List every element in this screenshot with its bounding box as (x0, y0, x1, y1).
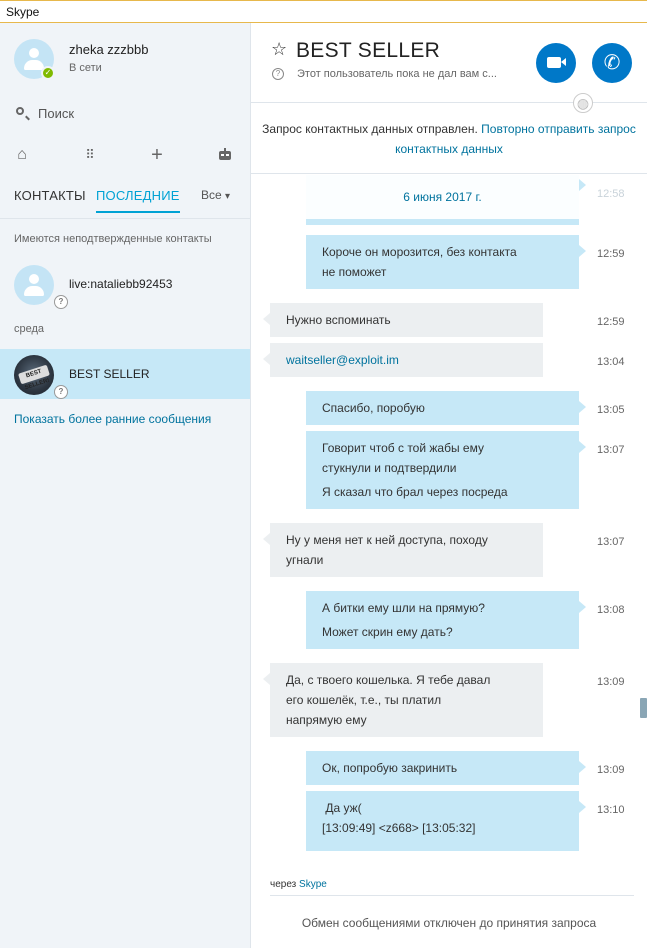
message-line: [13:09:49] <z668> [13:05:32] (322, 821, 476, 835)
home-icon[interactable]: ⌂ (13, 146, 31, 164)
avatar: ? (14, 265, 68, 309)
conversation-title[interactable]: BEST SELLER (296, 39, 440, 63)
message-time: 13:08 (597, 604, 625, 616)
message-line: угнали (286, 553, 324, 567)
email-link[interactable]: waitseller@exploit.im (286, 350, 527, 370)
message-line: Может скрин ему дать? (322, 625, 453, 639)
date-separator: 6 июня 2017 г. (306, 175, 579, 219)
message-bubble: Короче он морозится, без контакта не пом… (306, 235, 586, 289)
star-icon[interactable]: ☆ (271, 39, 287, 60)
message-line: Нужно вспоминать (286, 313, 391, 327)
message-line: Ок, попробую закринить (322, 761, 458, 775)
message-bubble: Спасибо, поробую (306, 391, 586, 425)
search-icon (16, 107, 24, 115)
filter-dropdown[interactable]: Все ▾ (201, 188, 230, 202)
contact-item[interactable]: ? live:nataliebb92453 (0, 259, 250, 309)
divider (270, 895, 634, 896)
audio-call-button[interactable]: ✆ (592, 43, 632, 83)
message-line: Короче он морозится, без контакта (322, 245, 517, 259)
message-bubble: Ну у меня нет к ней доступа, походу угна… (263, 523, 543, 577)
message-line: А битки ему шли на прямую? (322, 601, 485, 615)
search-label: Поиск (38, 106, 75, 121)
online-status-icon: ✓ (41, 66, 55, 80)
contact-name: BEST SELLER (69, 367, 150, 381)
message-line: Да уж( (322, 801, 362, 815)
conversation-header: ☆ BEST SELLER ? Этот пользователь пока н… (251, 23, 647, 103)
contact-tabs: КОНТАКТЫ ПОСЛЕДНИЕ Все ▾ (0, 185, 250, 219)
message-time: 13:09 (597, 676, 625, 688)
video-call-button[interactable] (536, 43, 576, 83)
message-line: Да, с твоего кошелька. Я тебе давал (286, 673, 491, 687)
window-title: Skype (6, 5, 40, 19)
notice-text: Запрос контактных данных отправлен. (262, 122, 478, 136)
unconfirmed-contacts-note: Имеются неподтвержденные контакты (14, 233, 212, 245)
via-label: через Skype (270, 879, 327, 890)
message-time: 13:07 (597, 444, 625, 456)
message-time: 13:04 (597, 356, 625, 368)
my-status[interactable]: В сети (69, 62, 102, 74)
conversation-pane: ☆ BEST SELLER ? Этот пользователь пока н… (251, 23, 647, 948)
bot-icon[interactable] (216, 146, 234, 164)
message-bubble: waitseller@exploit.im (263, 343, 543, 377)
via-service: Skype (299, 879, 327, 890)
unknown-status-icon: ? (54, 385, 68, 399)
message-time: 13:07 (597, 536, 625, 548)
add-icon[interactable]: + (148, 145, 166, 165)
message-line: Говорит чтоб с той жабы ему (322, 441, 484, 455)
message-line: его кошелёк, т.е., ты платил (286, 693, 442, 707)
message-line: не поможет (322, 265, 387, 279)
filter-label: Все (201, 188, 222, 202)
contact-item-selected[interactable]: BEST SELLER! ? BEST SELLER (0, 349, 250, 399)
message-line: Спасибо, поробую (322, 401, 425, 415)
via-prefix: через (270, 879, 297, 890)
contact-request-notice: Запрос контактных данных отправлен. Повт… (251, 104, 647, 174)
day-label: среда (14, 323, 45, 335)
message-bubble: Да уж( [13:09:49] <z668> [13:05:32] (306, 791, 586, 851)
tab-recent[interactable]: ПОСЛЕДНИЕ (96, 188, 180, 213)
phone-icon: ✆ (603, 52, 621, 74)
message-line: Я сказал что брал через посреда (322, 485, 508, 499)
message-line: стукнули и подтвердили (322, 461, 457, 475)
message-time: 13:09 (597, 764, 625, 776)
best-seller-logo: BEST SELLER! (18, 364, 50, 391)
messaging-disabled-notice: Обмен сообщениями отключен до принятия з… (301, 916, 597, 930)
sidebar: ✓ zheka zzzbbb В сети Поиск ⌂ ⠿ + КОНТАК… (0, 23, 251, 948)
question-icon: ? (272, 68, 284, 80)
chevron-down-icon: ▾ (225, 191, 231, 202)
scrollbar-thumb[interactable] (640, 698, 647, 718)
message-time: 13:10 (597, 804, 625, 816)
message-bubble: А битки ему шли на прямую? Может скрин е… (306, 591, 586, 649)
message-line: напрямую ему (286, 713, 367, 727)
message-bubble: Ок, попробую закринить (306, 751, 586, 785)
avatar: BEST SELLER! ? (14, 355, 68, 399)
my-name[interactable]: zheka zzzbbb (69, 42, 149, 57)
message-time: 12:59 (597, 316, 625, 328)
message-bubble: Да, с твоего кошелька. Я тебе давал его … (263, 663, 543, 737)
message-bubble: Говорит чтоб с той жабы ему стукнули и п… (306, 431, 586, 509)
show-older-messages-link[interactable]: Показать более ранние сообщения (14, 412, 211, 426)
message-line: Ну у меня нет к ней доступа, походу (286, 533, 488, 547)
message-time: 13:05 (597, 404, 625, 416)
conversation-subtitle: Этот пользователь пока не дал вам с... (297, 68, 497, 80)
message-time: 12:59 (597, 248, 625, 260)
tab-contacts[interactable]: КОНТАКТЫ (14, 188, 86, 203)
video-icon (547, 57, 566, 68)
window-titlebar: Skype (0, 0, 647, 23)
message-list[interactable]: 6 июня 2017 г. 12:58 Короче он морозится… (251, 175, 647, 875)
search-field[interactable]: Поиск (14, 105, 234, 123)
dialpad-icon[interactable]: ⠿ (81, 146, 99, 164)
contact-name: live:nataliebb92453 (69, 277, 173, 291)
unknown-status-icon: ? (54, 295, 68, 309)
message-time-partial: 12:58 (597, 188, 625, 200)
message-bubble: Нужно вспоминать (263, 303, 543, 337)
my-avatar[interactable]: ✓ (14, 39, 55, 80)
